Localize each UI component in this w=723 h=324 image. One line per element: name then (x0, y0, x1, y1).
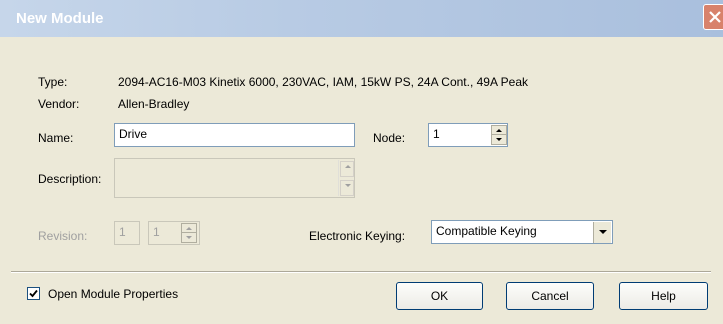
title-bar: New Module (0, 0, 723, 37)
revision-minor-input[interactable]: 1 (148, 221, 200, 245)
help-button[interactable]: Help (619, 282, 708, 310)
scroll-up-button[interactable] (340, 161, 354, 177)
ok-button[interactable]: OK (396, 282, 483, 310)
scroll-down-icon (345, 184, 351, 187)
chevron-down-icon (599, 230, 607, 234)
description-textarea[interactable] (114, 158, 355, 198)
arrow-up-icon (186, 227, 192, 230)
description-label: Description: (38, 172, 102, 186)
name-input-value: Drive (119, 127, 148, 141)
open-module-properties-checkbox[interactable] (27, 287, 40, 300)
keying-label: Electronic Keying: (309, 229, 406, 243)
cancel-button[interactable]: Cancel (506, 282, 594, 310)
arrow-down-icon (186, 236, 192, 239)
arrow-up-icon (496, 129, 502, 132)
revision-major-input[interactable]: 1 (114, 221, 140, 245)
dropdown-button[interactable] (593, 222, 611, 243)
vendor-label: Vendor: (38, 97, 80, 111)
close-icon (709, 11, 721, 23)
node-spinner[interactable] (491, 125, 507, 145)
arrow-down-icon (496, 138, 502, 141)
open-module-properties-label[interactable]: Open Module Properties (48, 287, 178, 301)
revision-label: Revision: (38, 229, 88, 243)
revision-spin-up-button[interactable] (182, 224, 196, 233)
node-spin-down-button[interactable] (492, 135, 506, 144)
revision-major-value: 1 (119, 225, 126, 239)
type-value: 2094-AC16-M03 Kinetix 6000, 230VAC, IAM,… (118, 75, 529, 89)
scroll-down-button[interactable] (340, 180, 354, 196)
name-input[interactable]: Drive (114, 123, 355, 147)
scroll-up-icon (345, 165, 351, 168)
divider (11, 271, 711, 273)
node-input-value: 1 (433, 127, 440, 141)
window-title: New Module (16, 10, 104, 27)
node-label: Node: (373, 131, 406, 145)
keying-selected-value: Compatible Keying (436, 224, 537, 238)
checkmark-icon (29, 289, 38, 298)
node-input[interactable]: 1 (428, 123, 508, 147)
close-button[interactable] (703, 4, 723, 30)
description-scrollbar[interactable] (338, 160, 354, 196)
name-label: Name: (38, 131, 74, 145)
vendor-value: Allen-Bradley (118, 97, 190, 111)
revision-spin-down-button[interactable] (182, 233, 196, 242)
revision-minor-value: 1 (153, 225, 160, 239)
revision-spinner[interactable] (181, 223, 197, 243)
node-spin-up-button[interactable] (492, 126, 506, 135)
type-label: Type: (38, 75, 68, 89)
keying-dropdown[interactable]: Compatible Keying (431, 220, 613, 244)
